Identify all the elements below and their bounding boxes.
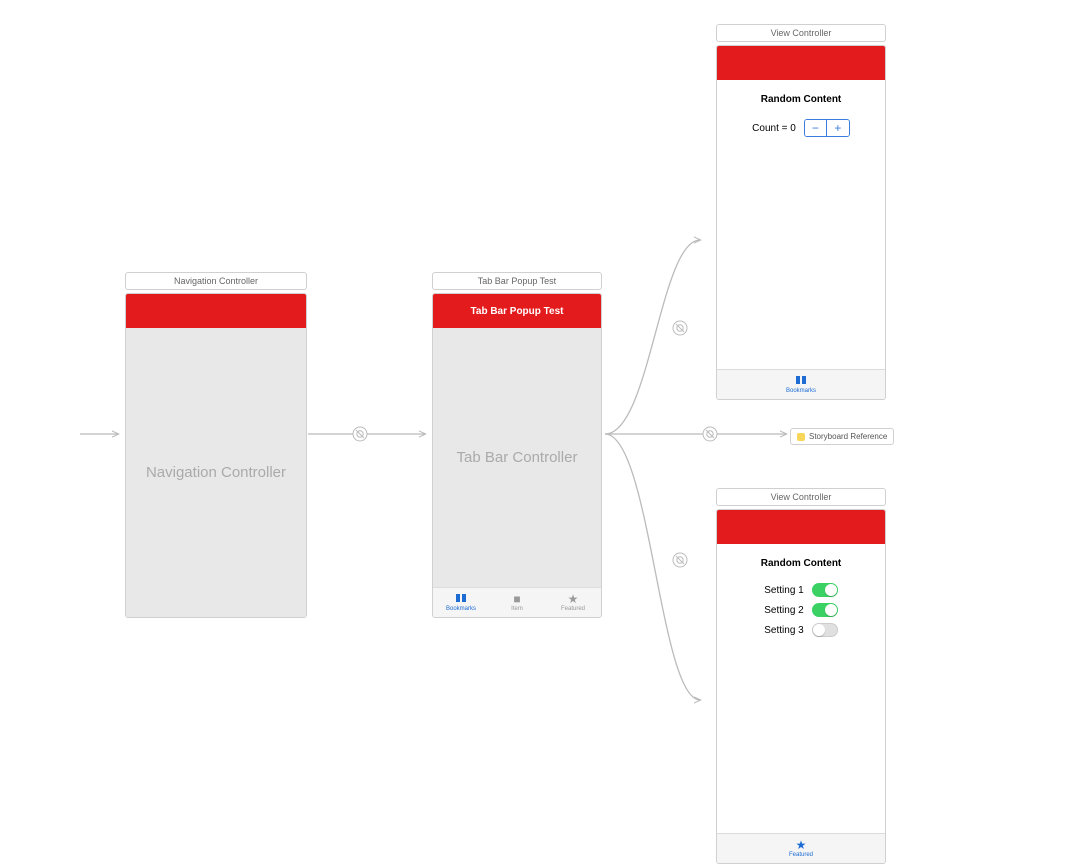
tab-bookmarks[interactable]: Bookmarks: [433, 588, 489, 617]
square-icon: ■: [513, 593, 520, 605]
setting-1-label: Setting 1: [764, 585, 803, 596]
vc1-heading: Random Content: [727, 94, 875, 105]
star-icon: ★: [568, 593, 579, 605]
bookmarks-icon: [455, 593, 467, 605]
navigation-controller-placeholder: Navigation Controller: [126, 328, 306, 617]
setting-3-label: Setting 3: [764, 625, 803, 636]
tab-label: Item: [511, 606, 523, 612]
nav-bar-title: Tab Bar Popup Test: [433, 294, 601, 328]
tab-label: Bookmarks: [786, 388, 816, 394]
tab-item[interactable]: ■ Item: [489, 588, 545, 617]
star-icon: ★: [796, 839, 807, 851]
tab-featured[interactable]: ★ Featured: [545, 588, 601, 617]
tab-bar-controller-scene[interactable]: Tab Bar Popup Test Tab Bar Controller Bo…: [432, 293, 602, 618]
nav-bar: [126, 294, 306, 328]
tab-label: Bookmarks: [446, 606, 476, 612]
tab-label: Featured: [561, 606, 585, 612]
scene-title-vc1[interactable]: View Controller: [716, 24, 886, 42]
bookmarks-icon: [795, 375, 807, 387]
vc1-content: Random Content Count = 0 − +: [717, 80, 885, 369]
storyboard-icon: [797, 433, 805, 441]
setting-2-label: Setting 2: [764, 605, 803, 616]
vc2-heading: Random Content: [727, 558, 875, 569]
storyboard-reference-label: Storyboard Reference: [809, 432, 887, 441]
count-stepper[interactable]: − +: [804, 119, 850, 137]
scene-title-navigation-controller[interactable]: Navigation Controller: [125, 272, 307, 290]
stepper-plus-button[interactable]: +: [827, 120, 849, 136]
setting-2-switch[interactable]: [812, 603, 838, 617]
tab-bar-controller-placeholder: Tab Bar Controller: [433, 328, 601, 587]
tab-bar: Bookmarks ■ Item ★ Featured: [433, 587, 601, 617]
nav-bar: [717, 510, 885, 544]
tab-bar: ★ Featured: [717, 833, 885, 863]
tab-bookmarks[interactable]: Bookmarks: [717, 370, 885, 399]
vc2-content: Random Content Setting 1 Setting 2 Setti…: [717, 544, 885, 833]
setting-1-switch[interactable]: [812, 583, 838, 597]
scene-title-tabbar[interactable]: Tab Bar Popup Test: [432, 272, 602, 290]
setting-3-switch[interactable]: [812, 623, 838, 637]
view-controller-2-scene[interactable]: Random Content Setting 1 Setting 2 Setti…: [716, 509, 886, 864]
tab-label: Featured: [789, 852, 813, 858]
stepper-minus-button[interactable]: −: [805, 120, 827, 136]
tab-bar: Bookmarks: [717, 369, 885, 399]
storyboard-reference[interactable]: Storyboard Reference: [790, 428, 894, 445]
tab-featured[interactable]: ★ Featured: [717, 834, 885, 863]
nav-bar: [717, 46, 885, 80]
view-controller-1-scene[interactable]: Random Content Count = 0 − + Bookmarks: [716, 45, 886, 400]
count-label: Count = 0: [752, 123, 796, 134]
scene-title-vc2[interactable]: View Controller: [716, 488, 886, 506]
navigation-controller-scene[interactable]: Navigation Controller: [125, 293, 307, 618]
